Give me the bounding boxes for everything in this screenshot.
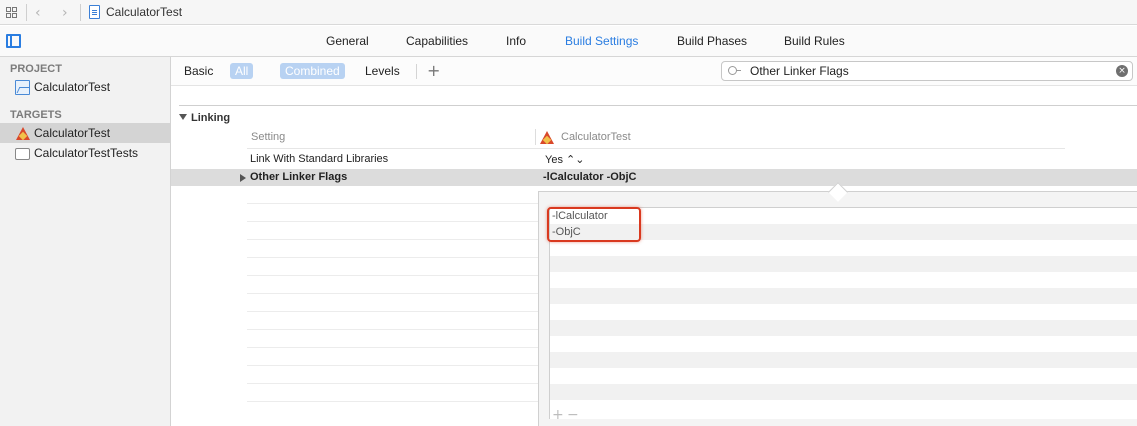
setting-name: Other Linker Flags [250,171,348,183]
targets-section-header: TARGETS [10,109,62,121]
list-item [550,272,1137,288]
divider [247,383,547,384]
app-target-icon [539,130,554,145]
divider [247,239,547,240]
add-flag-button[interactable]: + [552,407,564,423]
divider [247,347,547,348]
combined-button[interactable]: Combined [280,63,345,79]
section-title: Linking [191,112,231,124]
search-input[interactable] [750,63,1110,79]
levels-button[interactable]: Levels [360,63,405,79]
divider [535,129,536,145]
jump-bar: ‹ › CalculatorTest [0,0,1137,25]
forward-arrow-icon[interactable]: › [62,5,68,21]
sidebar-item-label: CalculatorTestTests [34,146,139,160]
divider [247,148,1065,149]
remove-flag-button[interactable]: − [567,407,579,423]
add-setting-button[interactable]: + [427,61,440,80]
sidebar-item-target-app[interactable]: CalculatorTest [0,123,170,143]
editor-tab-bar: General Capabilities Info Build Settings… [0,26,1137,57]
list-item [550,336,1137,352]
list-item [550,288,1137,304]
sidebar-item-label: CalculatorTest [34,80,111,94]
divider [26,4,27,21]
setting-row-other-linker-flags[interactable]: Other Linker Flags -lCalculator -ObjC [171,169,1137,186]
tab-build-phases[interactable]: Build Phases [677,34,747,48]
related-items-icon[interactable] [6,7,18,19]
back-arrow-icon[interactable]: ‹ [35,5,41,21]
tab-general[interactable]: General [326,34,369,48]
disclosure-triangle-icon[interactable] [240,174,246,182]
sidebar-item-label: CalculatorTest [34,126,111,140]
divider [179,105,1137,106]
divider [247,203,547,204]
search-icon [728,66,741,75]
sidebar-item-target-tests[interactable]: CalculatorTestTests [0,143,170,163]
list-item [550,240,1137,256]
divider [247,257,547,258]
project-file-icon [89,5,100,19]
divider [247,311,547,312]
project-target-sidebar: PROJECT CalculatorTest TARGETS Calculato… [0,57,171,426]
breadcrumb[interactable]: CalculatorTest [106,5,182,19]
app-target-icon [15,126,30,141]
basic-button[interactable]: Basic [179,63,218,79]
list-item [550,320,1137,336]
setting-value[interactable]: -lCalculator -ObjC [543,171,637,183]
disclosure-triangle-icon[interactable] [179,114,187,120]
divider [416,64,417,79]
divider [247,293,547,294]
list-item [550,400,1137,416]
list-item [550,384,1137,400]
divider [247,329,547,330]
divider [247,365,547,366]
list-item [550,304,1137,320]
test-bundle-icon [15,148,30,160]
tab-build-settings[interactable]: Build Settings [565,34,638,48]
setting-name: Link With Standard Libraries [250,153,389,165]
project-section-header: PROJECT [10,63,62,75]
list-item [550,352,1137,368]
setting-column-header: Setting [251,131,286,143]
divider [247,275,547,276]
annotation-highlight-box [547,207,641,242]
tab-capabilities[interactable]: Capabilities [406,34,468,48]
divider [247,401,547,402]
tab-info[interactable]: Info [506,34,526,48]
divider [247,221,547,222]
tab-build-rules[interactable]: Build Rules [784,34,845,48]
all-button[interactable]: All [230,63,254,79]
setting-row-link-standard-libraries[interactable]: Link With Standard Libraries Yes ⌃⌄ [171,151,1137,168]
list-item [550,368,1137,384]
project-icon [15,80,30,95]
filter-bar: Basic All Combined Levels + × [171,57,1137,86]
build-settings-editor: Basic All Combined Levels + × Linking Se… [171,57,1137,426]
sidebar-item-project[interactable]: CalculatorTest [0,77,170,97]
list-item [550,256,1137,272]
divider [80,4,81,21]
navigator-toggle-icon[interactable] [6,34,21,48]
clear-search-icon[interactable]: × [1116,65,1128,77]
linking-section-header[interactable]: Linking [179,112,230,124]
setting-value-popup[interactable]: Yes ⌃⌄ [545,153,584,166]
search-field[interactable]: × [721,61,1133,81]
target-column-header: CalculatorTest [561,131,631,143]
